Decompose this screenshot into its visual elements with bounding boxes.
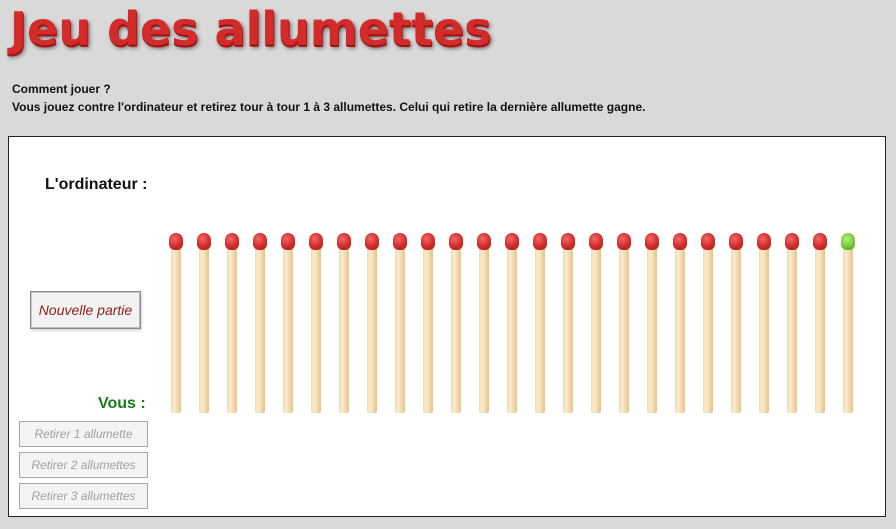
match-head (477, 233, 491, 250)
match-stick (479, 245, 489, 413)
match-head (365, 233, 379, 250)
match-stick (843, 245, 853, 413)
match-head (393, 233, 407, 250)
page-title: Jeu des allumettes (10, 2, 492, 56)
match-stick (591, 245, 601, 413)
player-label: Vous : (98, 395, 146, 412)
match-head (589, 233, 603, 250)
match[interactable] (757, 233, 771, 415)
match-head (309, 233, 323, 250)
match-head (785, 233, 799, 250)
match[interactable] (337, 233, 351, 415)
match-stick (255, 245, 265, 413)
match-head (533, 233, 547, 250)
match-stick (619, 245, 629, 413)
take-1-match-button[interactable]: Retirer 1 allumette (19, 421, 148, 447)
match[interactable] (449, 233, 463, 415)
match-stick (535, 245, 545, 413)
new-game-button[interactable]: Nouvelle partie (30, 291, 141, 329)
match-head (673, 233, 687, 250)
match-stick (339, 245, 349, 413)
match[interactable] (197, 233, 211, 415)
match[interactable] (813, 233, 827, 415)
game-board: L'ordinateur : Nouvelle partie Vous : Re… (8, 136, 886, 517)
match[interactable] (617, 233, 631, 415)
match-stick (367, 245, 377, 413)
match-head (449, 233, 463, 250)
match-stick (451, 245, 461, 413)
match[interactable] (533, 233, 547, 415)
match[interactable] (701, 233, 715, 415)
match-stick (787, 245, 797, 413)
match-head (225, 233, 239, 250)
match-stick (759, 245, 769, 413)
match-head (645, 233, 659, 250)
match-head (813, 233, 827, 250)
match[interactable] (309, 233, 323, 415)
match[interactable] (365, 233, 379, 415)
match[interactable] (561, 233, 575, 415)
match-stick (647, 245, 657, 413)
match-head (281, 233, 295, 250)
match[interactable] (281, 233, 295, 415)
matches-row (169, 233, 869, 415)
match-head (421, 233, 435, 250)
match[interactable] (645, 233, 659, 415)
match-head (757, 233, 771, 250)
match-stick (171, 245, 181, 413)
match-head (505, 233, 519, 250)
match[interactable] (785, 233, 799, 415)
match[interactable] (225, 233, 239, 415)
match-stick (423, 245, 433, 413)
match-stick (199, 245, 209, 413)
match[interactable] (673, 233, 687, 415)
match[interactable] (505, 233, 519, 415)
match-head (841, 233, 855, 250)
match-head (197, 233, 211, 250)
match-head (337, 233, 351, 250)
match-stick (507, 245, 517, 413)
match[interactable] (421, 233, 435, 415)
match-head (701, 233, 715, 250)
take-2-matches-button[interactable]: Retirer 2 allumettes (19, 452, 148, 478)
computer-label: L'ordinateur : (45, 176, 148, 193)
match-stick (311, 245, 321, 413)
match[interactable] (393, 233, 407, 415)
match-head (169, 233, 183, 250)
match[interactable] (841, 233, 855, 415)
take-3-matches-button[interactable]: Retirer 3 allumettes (19, 483, 148, 509)
match[interactable] (589, 233, 603, 415)
match-stick (283, 245, 293, 413)
match-stick (675, 245, 685, 413)
match-head (729, 233, 743, 250)
instructions-text: Vous jouez contre l'ordinateur et retire… (12, 100, 646, 114)
match[interactable] (253, 233, 267, 415)
instructions-heading: Comment jouer ? (12, 82, 111, 96)
match-stick (703, 245, 713, 413)
match[interactable] (729, 233, 743, 415)
match-stick (815, 245, 825, 413)
match-stick (395, 245, 405, 413)
match-stick (227, 245, 237, 413)
match-stick (563, 245, 573, 413)
match[interactable] (477, 233, 491, 415)
match-head (617, 233, 631, 250)
match-stick (731, 245, 741, 413)
match-head (253, 233, 267, 250)
match[interactable] (169, 233, 183, 415)
match-head (561, 233, 575, 250)
